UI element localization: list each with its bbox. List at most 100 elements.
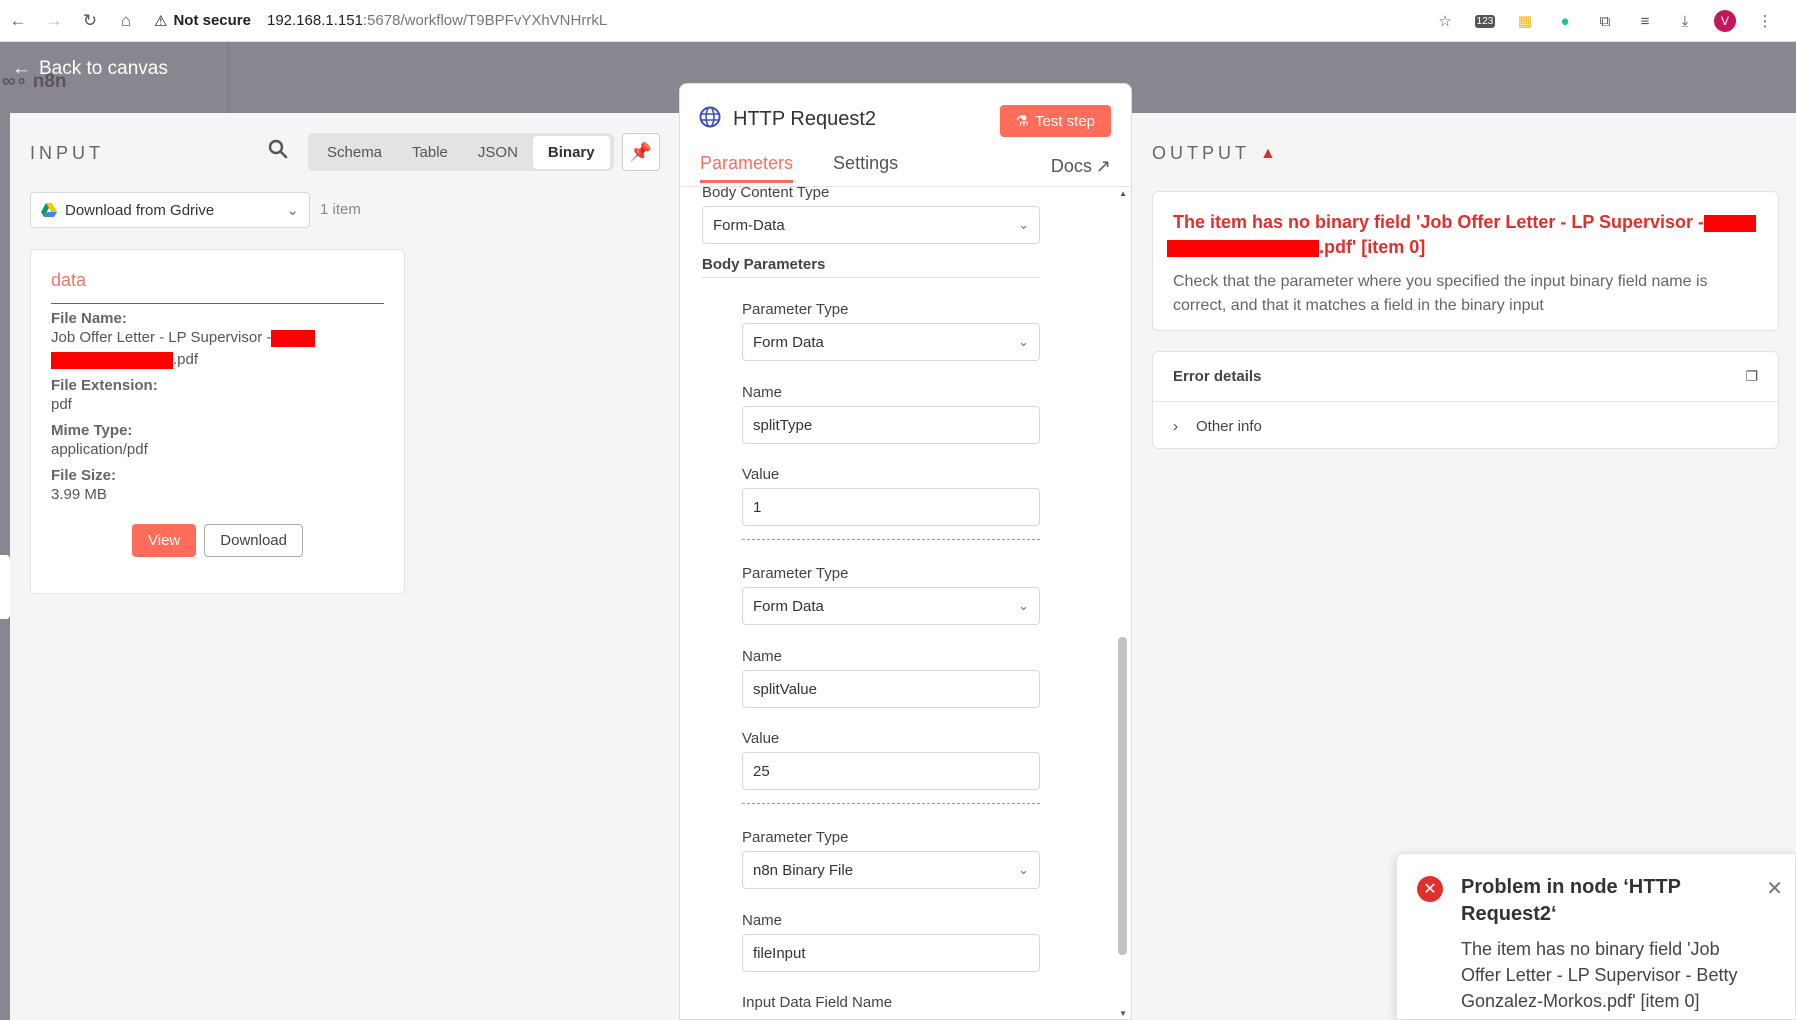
google-drive-icon	[41, 203, 57, 217]
reload-icon[interactable]: ↻	[72, 11, 108, 31]
body-content-type-select[interactable]: Form-Data ⌄	[702, 206, 1040, 244]
chevron-down-icon: ⌄	[1018, 598, 1029, 613]
input-display-mode-tabs: Schema Table JSON Binary	[308, 133, 614, 171]
parameter-type-select[interactable]: Form Data ⌄	[742, 587, 1040, 625]
file-extension-value: pdf	[51, 396, 72, 413]
arrow-left-icon: ←	[12, 58, 31, 79]
parameter-type-label: Parameter Type	[742, 301, 849, 318]
browser-actions: ☆ 123 ▦ ● ⧉ ≡ ⤓ V ⋮	[1434, 0, 1796, 42]
docs-link[interactable]: Docs ↗	[1051, 156, 1111, 177]
parameter-type-select[interactable]: Form Data ⌄	[742, 323, 1040, 361]
parameter-type-label: Parameter Type	[742, 829, 849, 846]
chevron-down-icon: ⌄	[286, 202, 299, 219]
test-step-button[interactable]: ⚗ Test step	[999, 105, 1111, 137]
node-settings-tabs: Parameters Settings	[700, 153, 898, 183]
view-button[interactable]: View	[132, 524, 197, 557]
external-link-icon: ↗	[1095, 156, 1111, 176]
downloads-icon[interactable]: ⤓	[1674, 10, 1696, 32]
redaction-box	[1704, 214, 1757, 232]
other-info-toggle[interactable]: › Other info	[1153, 402, 1778, 450]
tab-parameters[interactable]: Parameters	[700, 153, 794, 183]
error-title: The item has no binary field 'Job Offer …	[1167, 210, 1758, 260]
search-icon[interactable]	[268, 139, 288, 165]
error-warning-icon: ▲	[1260, 144, 1276, 162]
bookmark-star-icon[interactable]: ☆	[1434, 10, 1456, 32]
extension-grid-icon[interactable]: ▦	[1514, 10, 1536, 32]
scrollbar-thumb[interactable]	[1118, 637, 1127, 955]
error-toast: ✕ Problem in node ‘HTTP Request2‘ ✕ The …	[1396, 853, 1796, 1020]
browser-toolbar: ← → ↻ ⌂ ⚠ Not secure 192.168.1.151:5678/…	[0, 0, 1796, 42]
binary-actions: View Download	[51, 524, 384, 557]
home-icon[interactable]: ⌂	[108, 11, 144, 31]
node-title[interactable]: HTTP Request2	[733, 108, 876, 131]
input-panel-title: INPUT	[30, 143, 104, 163]
value-label: Value	[742, 466, 780, 483]
parameter-type-label: Parameter Type	[742, 565, 849, 582]
body-parameters-title: Body Parameters	[702, 256, 826, 273]
name-input[interactable]: splitType	[742, 406, 1040, 444]
file-size-value: 3.99 MB	[51, 486, 107, 503]
parameters-scroll-area[interactable]: Body Content Type Form-Data ⌄ Body Param…	[680, 184, 1131, 1019]
flask-icon: ⚗	[1015, 113, 1029, 130]
chevron-right-icon: ›	[1173, 417, 1178, 435]
output-panel-title: OUTPUT ▲	[1152, 143, 1276, 163]
value-input[interactable]: 1	[742, 488, 1040, 526]
header-divider	[680, 186, 1131, 187]
name-label: Name	[742, 384, 783, 401]
input-data-field-name-label: Input Data Field Name	[742, 994, 893, 1011]
tab-json[interactable]: JSON	[463, 136, 533, 169]
download-button[interactable]: Download	[204, 524, 303, 557]
value-input[interactable]: 25	[742, 752, 1040, 790]
mime-type-value: application/pdf	[51, 441, 148, 458]
tab-binary[interactable]: Binary	[532, 135, 610, 169]
address-bar[interactable]: 192.168.1.151:5678/workflow/T9BPFvYXhVNH…	[267, 12, 607, 29]
error-circle-icon: ✕	[1417, 876, 1443, 902]
globe-icon	[699, 106, 721, 128]
close-icon[interactable]: ✕	[1766, 876, 1783, 901]
file-name-value: Job Offer Letter - LP Supervisor - .pdf	[51, 327, 384, 371]
section-divider	[702, 277, 1040, 278]
back-arrow-icon[interactable]: ←	[0, 11, 36, 31]
security-indicator[interactable]: ⚠ Not secure	[154, 12, 251, 30]
scroll-up-arrow-icon[interactable]: ▲	[1119, 189, 1127, 198]
node-header: HTTP Request2 ⚗ Test step Parameters Set…	[680, 84, 1131, 187]
name-input[interactable]: fileInput	[742, 934, 1040, 972]
copy-icon[interactable]: ❐	[1745, 368, 1758, 385]
extension-counter-icon[interactable]: 123	[1474, 10, 1496, 32]
binary-data-card: data File Name: Job Offer Letter - LP Su…	[30, 249, 405, 594]
warning-triangle-icon: ⚠	[154, 12, 168, 30]
back-to-canvas-link[interactable]: ← Back to canvas	[12, 58, 168, 80]
toast-title: Problem in node ‘HTTP Request2‘	[1461, 876, 1681, 925]
pin-icon: 📌	[629, 141, 653, 162]
tab-settings[interactable]: Settings	[833, 153, 898, 183]
error-details-card: Error details ❐ › Other info	[1152, 351, 1779, 449]
header-divider	[228, 42, 229, 113]
input-node-select[interactable]: Download from Gdrive ⌄	[30, 192, 310, 228]
scroll-down-arrow-icon[interactable]: ▼	[1119, 1009, 1127, 1018]
browser-menu-icon[interactable]: ⋮	[1754, 10, 1776, 32]
entry-divider	[742, 803, 1040, 804]
grammarly-icon[interactable]: ●	[1554, 10, 1576, 32]
chevron-down-icon: ⌄	[1018, 862, 1029, 877]
file-extension-label: File Extension:	[51, 377, 158, 394]
media-controls-icon[interactable]: ≡	[1634, 10, 1656, 32]
panel-drag-handle[interactable]	[0, 555, 10, 619]
name-input[interactable]: splitValue	[742, 670, 1040, 708]
file-name-label: File Name:	[51, 310, 127, 327]
parameter-type-select[interactable]: n8n Binary File ⌄	[742, 851, 1040, 889]
tab-schema[interactable]: Schema	[312, 136, 397, 169]
error-message-card: The item has no binary field 'Job Offer …	[1152, 191, 1779, 331]
tab-table[interactable]: Table	[397, 136, 463, 169]
parameters-panel: HTTP Request2 ⚗ Test step Parameters Set…	[679, 83, 1132, 1020]
profile-avatar[interactable]: V	[1714, 10, 1736, 32]
redaction-box	[1167, 239, 1319, 257]
toast-message: The item has no binary field 'Job Offer …	[1461, 939, 1738, 1011]
pin-data-button[interactable]: 📌	[622, 133, 660, 171]
extensions-puzzle-icon[interactable]: ⧉	[1594, 10, 1616, 32]
forward-arrow-icon[interactable]: →	[36, 11, 72, 31]
chevron-down-icon: ⌄	[1018, 217, 1029, 232]
error-description: Check that the parameter where you speci…	[1173, 273, 1708, 314]
binary-field-title: data	[51, 270, 384, 304]
file-size-label: File Size:	[51, 467, 117, 484]
mime-type-label: Mime Type:	[51, 422, 133, 439]
